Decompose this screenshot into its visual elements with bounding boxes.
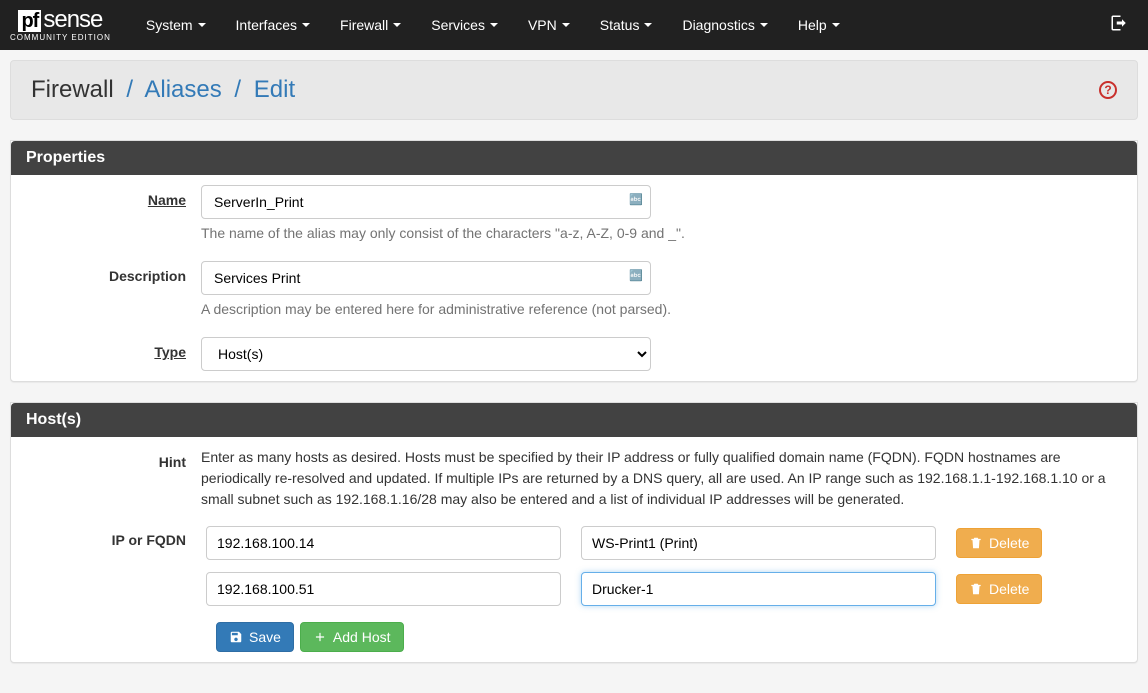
trash-icon: [969, 582, 983, 596]
breadcrumb-root: Firewall: [31, 76, 114, 103]
nav-interfaces[interactable]: Interfaces: [221, 2, 325, 48]
nav-system[interactable]: System: [131, 2, 221, 48]
type-label: Type: [11, 337, 201, 371]
breadcrumb-aliases[interactable]: Aliases: [144, 76, 221, 103]
top-navbar: pf sense COMMUNITY EDITION System Interf…: [0, 0, 1148, 50]
host-row: Delete: [11, 566, 1137, 612]
caret-icon: [490, 23, 498, 27]
keyboard-indicator-icon: 🔤: [629, 269, 643, 282]
caret-icon: [302, 23, 310, 27]
caret-icon: [760, 23, 768, 27]
save-button[interactable]: Save: [216, 622, 294, 652]
hint-label: Hint: [11, 447, 201, 510]
nav-diagnostics[interactable]: Diagnostics: [667, 2, 782, 48]
description-label: Description: [11, 261, 201, 317]
help-icon[interactable]: ?: [1099, 81, 1117, 99]
host-desc-input[interactable]: [581, 526, 936, 560]
breadcrumb-sep: /: [126, 76, 133, 103]
host-ip-input[interactable]: [206, 526, 561, 560]
caret-icon: [644, 23, 652, 27]
nav-menu: System Interfaces Firewall Services VPN …: [131, 2, 855, 48]
properties-panel: Properties Name 🔤 The name of the alias …: [10, 140, 1138, 382]
brand-subtitle: COMMUNITY EDITION: [10, 34, 111, 42]
nav-firewall[interactable]: Firewall: [325, 2, 416, 48]
caret-icon: [562, 23, 570, 27]
save-icon: [229, 630, 243, 644]
delete-button[interactable]: Delete: [956, 528, 1042, 558]
caret-icon: [832, 23, 840, 27]
ip-fqdn-label: IP or FQDN: [11, 526, 186, 548]
name-input[interactable]: [201, 185, 651, 219]
type-select[interactable]: Host(s): [201, 337, 651, 371]
add-host-button[interactable]: Add Host: [300, 622, 404, 652]
nav-status[interactable]: Status: [585, 2, 668, 48]
breadcrumb-edit[interactable]: Edit: [254, 76, 295, 103]
caret-icon: [198, 23, 206, 27]
breadcrumb-bar: Firewall / Aliases / Edit ?: [10, 60, 1138, 120]
description-help-text: A description may be entered here for ad…: [201, 301, 1122, 317]
host-ip-input[interactable]: [206, 572, 561, 606]
caret-icon: [393, 23, 401, 27]
brand-logo[interactable]: pf sense COMMUNITY EDITION: [10, 8, 111, 42]
breadcrumb-sep: /: [234, 76, 241, 103]
brand-prefix: pf: [18, 10, 41, 32]
keyboard-indicator-icon: 🔤: [629, 193, 643, 206]
nav-services[interactable]: Services: [416, 2, 513, 48]
hosts-header: Host(s): [11, 403, 1137, 437]
name-label: Name: [11, 185, 201, 241]
description-input[interactable]: [201, 261, 651, 295]
breadcrumb: Firewall / Aliases / Edit: [31, 76, 295, 104]
delete-button[interactable]: Delete: [956, 574, 1042, 604]
nav-vpn[interactable]: VPN: [513, 2, 585, 48]
trash-icon: [969, 536, 983, 550]
host-row: IP or FQDN Delete: [11, 520, 1137, 566]
logout-icon[interactable]: [1100, 14, 1138, 37]
host-desc-input[interactable]: [581, 572, 936, 606]
nav-help[interactable]: Help: [783, 2, 855, 48]
properties-header: Properties: [11, 141, 1137, 175]
name-help-text: The name of the alias may only consist o…: [201, 225, 1122, 241]
brand-suffix: sense: [43, 8, 102, 32]
hint-text: Enter as many hosts as desired. Hosts mu…: [201, 447, 1137, 510]
plus-icon: [313, 630, 327, 644]
